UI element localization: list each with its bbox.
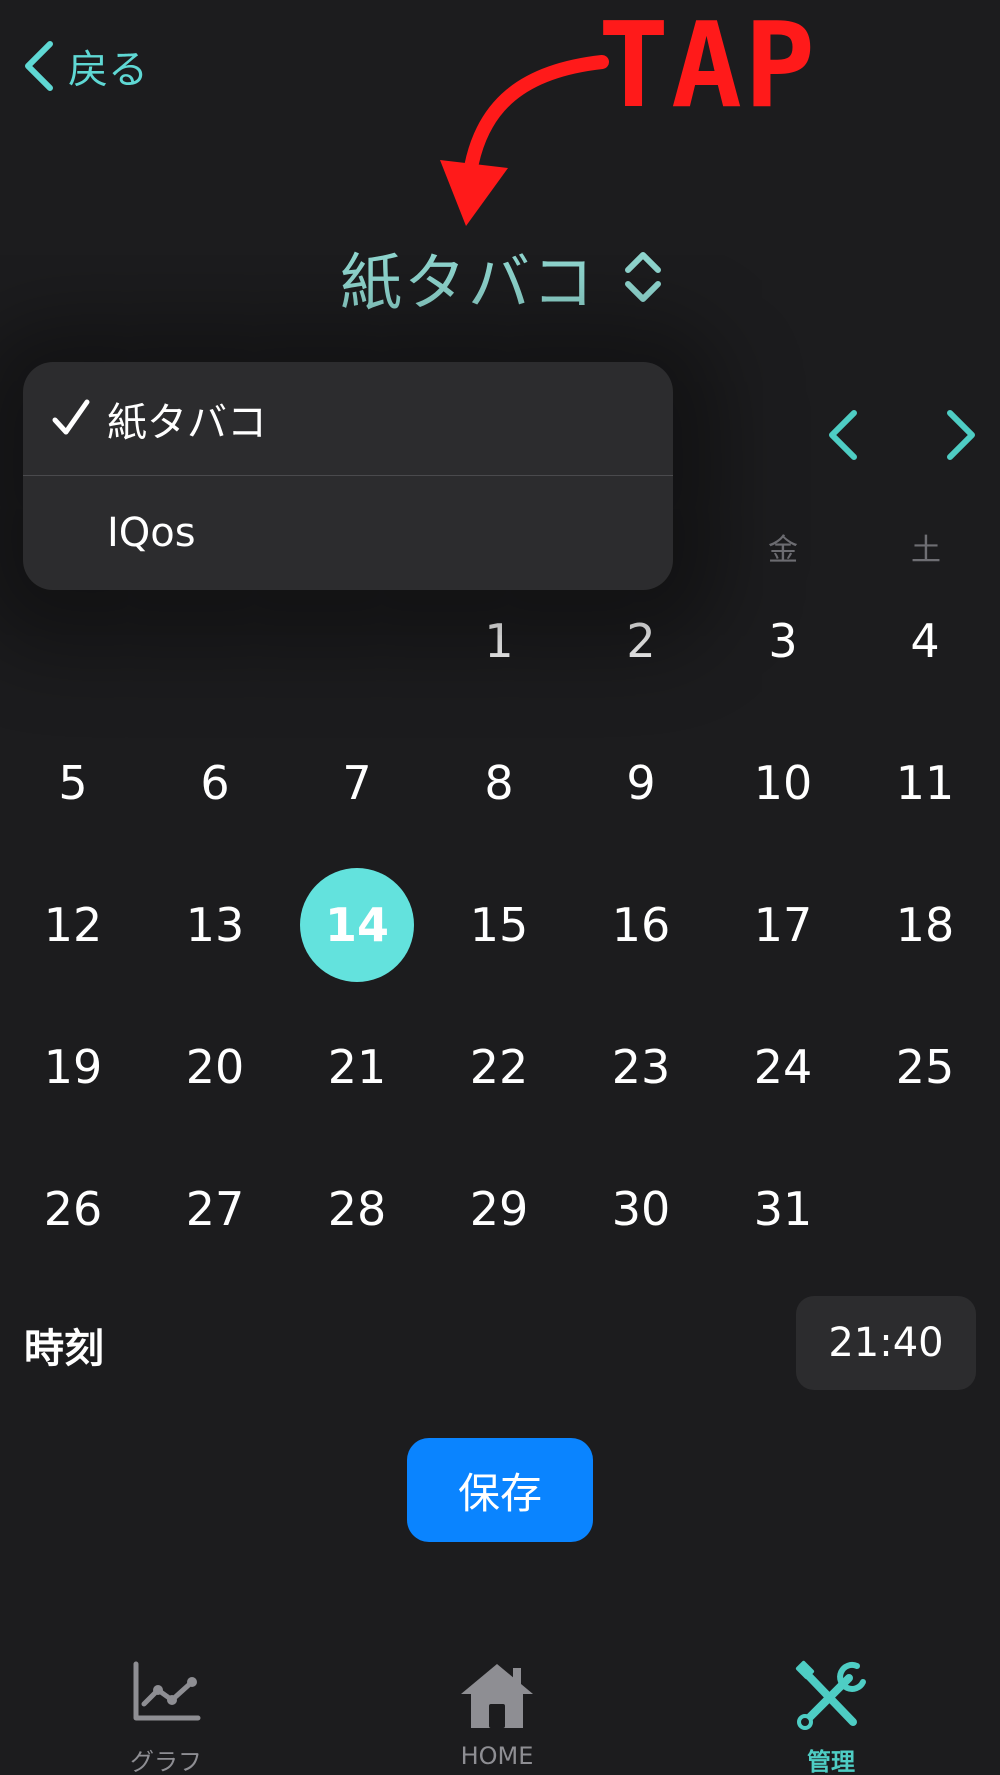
- calendar-day[interactable]: 23: [570, 996, 712, 1138]
- calendar-day[interactable]: 19: [2, 996, 144, 1138]
- chevron-up-down-icon: [625, 252, 662, 302]
- chevron-left-icon: [25, 41, 53, 91]
- calendar-day[interactable]: 11: [854, 712, 996, 854]
- calendar-day[interactable]: 20: [144, 996, 286, 1138]
- day-number: 10: [753, 756, 813, 810]
- day-number: 27: [185, 1182, 245, 1236]
- day-number: 5: [58, 756, 88, 810]
- annotation-arrow-icon: [440, 55, 609, 226]
- calendar-day[interactable]: 2: [570, 570, 712, 712]
- calendar-day[interactable]: 28: [286, 1138, 428, 1280]
- calendar-day[interactable]: 29: [428, 1138, 570, 1280]
- tab-label: HOME: [460, 1742, 534, 1770]
- calendar-day[interactable]: 14: [286, 854, 428, 996]
- calendar-day[interactable]: 3: [712, 570, 854, 712]
- back-label: 戻る: [68, 47, 148, 93]
- weekday-sat: 土: [911, 533, 941, 568]
- calendar-day[interactable]: 30: [570, 1138, 712, 1280]
- day-number: 26: [43, 1182, 103, 1236]
- tools-icon: [795, 1660, 866, 1730]
- screen: 戻る TAP 紙タバコ 金 土 1 2 3 4 5 6 7 8 9 10 11 12 13 14 15 16 1…: [0, 0, 1000, 1775]
- day-number: 20: [185, 1040, 245, 1094]
- day-number: 16: [611, 898, 671, 952]
- menu-item-label: 紙タバコ: [107, 399, 267, 446]
- day-number: 14: [300, 868, 414, 982]
- day-number: 13: [185, 898, 245, 952]
- day-number: 3: [768, 614, 798, 668]
- tab-home[interactable]: HOME: [397, 1660, 597, 1775]
- checkmark-icon: [52, 399, 90, 435]
- day-number: 28: [327, 1182, 387, 1236]
- calendar-day[interactable]: 22: [428, 996, 570, 1138]
- picker-label: 紙タバコ: [340, 246, 597, 319]
- day-number: 1: [484, 614, 514, 668]
- tab-manage[interactable]: 管理: [731, 1660, 931, 1775]
- calendar-day[interactable]: 15: [428, 854, 570, 996]
- weekday-fri: 金: [768, 533, 798, 568]
- day-number: 23: [611, 1040, 671, 1094]
- calendar-day[interactable]: 9: [570, 712, 712, 854]
- calendar-day[interactable]: 6: [144, 712, 286, 854]
- day-number: 7: [342, 756, 372, 810]
- day-number: 19: [43, 1040, 103, 1094]
- day-number: 9: [626, 756, 656, 810]
- calendar-day[interactable]: 13: [144, 854, 286, 996]
- calendar-day[interactable]: 24: [712, 996, 854, 1138]
- calendar-day[interactable]: 1: [428, 570, 570, 712]
- prev-month-button[interactable]: [818, 405, 868, 465]
- save-button[interactable]: 保存: [407, 1438, 593, 1542]
- graph-icon: [133, 1661, 201, 1721]
- tab-label: グラフ: [130, 1748, 202, 1775]
- calendar-day[interactable]: 8: [428, 712, 570, 854]
- menu-item-label: IQos: [107, 510, 196, 556]
- tap-annotation: TAP: [598, 0, 818, 134]
- time-picker[interactable]: 21:40: [796, 1296, 976, 1390]
- calendar-day[interactable]: 4: [854, 570, 996, 712]
- day-number: 21: [327, 1040, 387, 1094]
- day-number: 17: [753, 898, 813, 952]
- calendar-day[interactable]: 16: [570, 854, 712, 996]
- day-number: 4: [910, 614, 940, 668]
- calendar-day[interactable]: 7: [286, 712, 428, 854]
- menu-item-cigarette[interactable]: 紙タバコ: [23, 362, 673, 476]
- calendar-day[interactable]: 18: [854, 854, 996, 996]
- calendar-day[interactable]: 25: [854, 996, 996, 1138]
- calendar-day[interactable]: 27: [144, 1138, 286, 1280]
- day-number: 25: [895, 1040, 955, 1094]
- day-number: 24: [753, 1040, 813, 1094]
- day-number: 30: [611, 1182, 671, 1236]
- calendar-day[interactable]: 17: [712, 854, 854, 996]
- category-menu: 紙タバコ IQos: [23, 362, 673, 590]
- day-number: 8: [484, 756, 514, 810]
- day-number: 12: [43, 898, 103, 952]
- menu-item-iqos[interactable]: IQos: [23, 476, 673, 590]
- time-label: 時刻: [24, 1326, 104, 1372]
- day-number: 6: [200, 756, 230, 810]
- category-picker[interactable]: 紙タバコ: [340, 232, 664, 322]
- calendar-day[interactable]: 12: [2, 854, 144, 996]
- day-number: 22: [469, 1040, 529, 1094]
- back-button[interactable]: 戻る: [22, 36, 148, 96]
- calendar-day[interactable]: 5: [2, 712, 144, 854]
- tab-label: 管理: [807, 1748, 855, 1775]
- day-number: 15: [469, 898, 529, 952]
- day-number: 2: [626, 614, 656, 668]
- day-number: 31: [753, 1182, 813, 1236]
- home-icon: [461, 1664, 533, 1728]
- day-number: 18: [895, 898, 955, 952]
- calendar-day[interactable]: 31: [712, 1138, 854, 1280]
- day-number: 29: [469, 1182, 529, 1236]
- next-month-button[interactable]: [936, 405, 986, 465]
- calendar-day[interactable]: 10: [712, 712, 854, 854]
- calendar-day[interactable]: 21: [286, 996, 428, 1138]
- day-number: 11: [895, 756, 955, 810]
- calendar-day[interactable]: 26: [2, 1138, 144, 1280]
- tab-graph[interactable]: グラフ: [66, 1660, 266, 1775]
